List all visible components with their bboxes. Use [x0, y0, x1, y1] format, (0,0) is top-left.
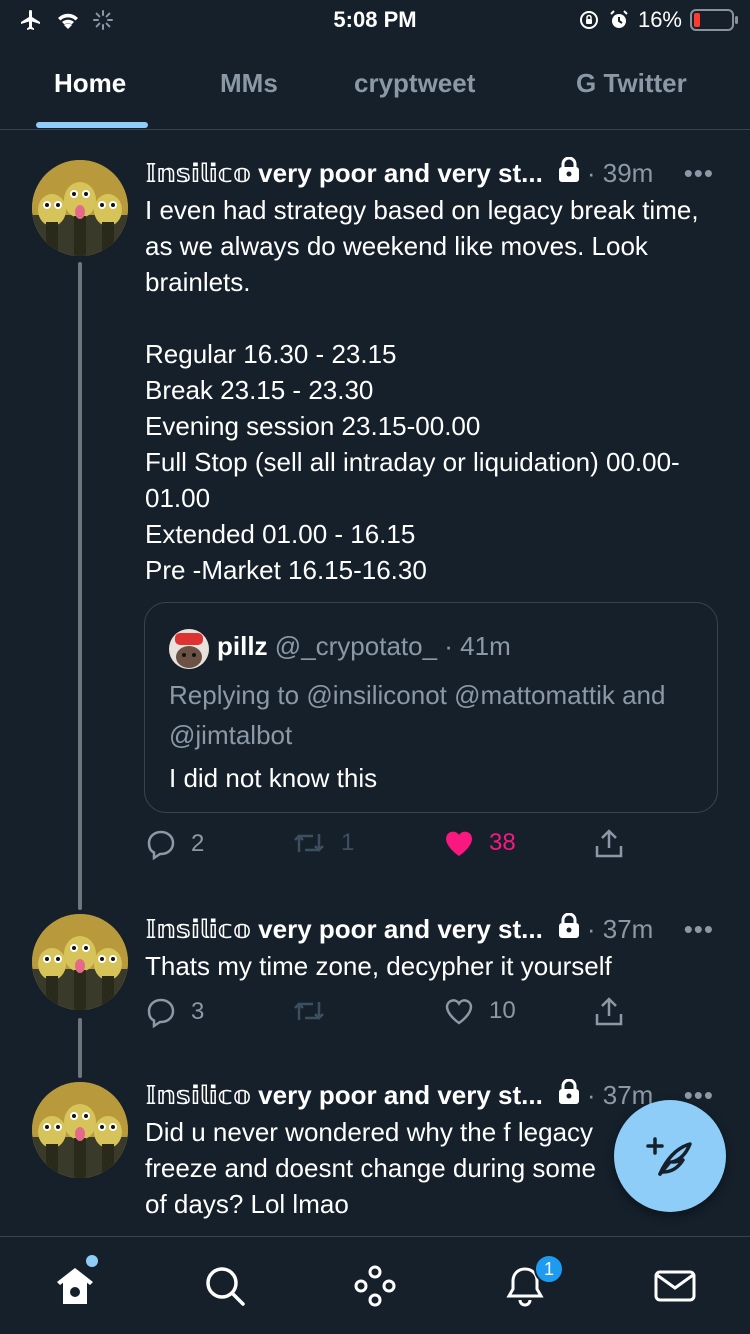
- tweet-header: 𝕀𝕟𝕤𝕚𝕝𝕚𝕔𝕠 very poor and very st... · 39m …: [145, 156, 714, 190]
- author-name[interactable]: 𝕀𝕟𝕤𝕚𝕝𝕚𝕔𝕠 very poor and very st...: [145, 158, 543, 189]
- replying-to-label: Replying to: [169, 680, 307, 710]
- active-tab-indicator: [36, 122, 148, 128]
- heart-filled-icon: [446, 831, 472, 856]
- like-button[interactable]: 10: [443, 996, 516, 1026]
- retweet-count: 1: [341, 829, 355, 856]
- thread-connector: [78, 864, 82, 880]
- share-button[interactable]: [593, 996, 625, 1028]
- nav-search[interactable]: [200, 1261, 250, 1311]
- dragon-avatar-icon: [32, 160, 128, 256]
- retweet-button[interactable]: 1: [291, 828, 354, 858]
- quoted-time: · 41m: [444, 631, 511, 661]
- tweet-actions: 2 1 38: [145, 828, 645, 868]
- retweet-icon: [294, 834, 324, 852]
- search-icon: [206, 1267, 245, 1306]
- tweet-header: 𝕀𝕟𝕤𝕚𝕝𝕚𝕔𝕠 very poor and very st... · 37m …: [145, 912, 714, 946]
- bottom-navigation: 1: [0, 1236, 750, 1334]
- home-unread-dot: [86, 1255, 98, 1267]
- status-bar: 5:08 PM 16%: [0, 0, 750, 40]
- notifications-badge: 1: [534, 1254, 564, 1284]
- messages-envelope-icon: [654, 1270, 696, 1302]
- tweet-time: · 39m: [586, 157, 654, 188]
- quoted-tweet[interactable]: pillz @_crypotato_ · 41m Replying to @in…: [144, 602, 718, 813]
- lock-icon: [557, 912, 581, 946]
- more-options-icon[interactable]: •••: [684, 158, 714, 189]
- nav-messages[interactable]: [650, 1261, 700, 1311]
- tweet-time: · 37m: [586, 913, 654, 944]
- tab-cryptweet[interactable]: cryptweet: [354, 68, 475, 99]
- thread-connector: [78, 1018, 82, 1078]
- tab-g-twitter[interactable]: G Twitter: [576, 68, 687, 99]
- battery-percent: 16%: [637, 7, 682, 32]
- tweet-text: I even had strategy based on legacy brea…: [145, 195, 699, 585]
- reply-icon: [147, 998, 175, 1028]
- spaces-icon: [354, 1265, 396, 1307]
- share-button[interactable]: [593, 828, 625, 860]
- tweet-actions: 3 10: [145, 996, 645, 1036]
- nav-spaces[interactable]: [350, 1261, 400, 1311]
- thread-connector: [78, 262, 82, 910]
- reply-count: 2: [191, 830, 205, 857]
- replying-to: Replying to @insiliconot @mattomattik an…: [169, 675, 689, 755]
- lock-icon: [557, 1078, 581, 1112]
- avatar[interactable]: [32, 1082, 128, 1178]
- quoted-header: pillz @_crypotato_ · 41m: [217, 631, 511, 662]
- dragon-avatar-icon: [32, 914, 128, 1010]
- battery-icon: [690, 9, 738, 31]
- feather-plus-icon: [646, 1137, 692, 1176]
- retweet-button[interactable]: [291, 996, 327, 1026]
- author-name[interactable]: 𝕀𝕟𝕤𝕚𝕝𝕚𝕔𝕠 very poor and very st...: [145, 914, 543, 945]
- status-right: 16%: [578, 7, 738, 33]
- orientation-lock-icon: [579, 11, 598, 29]
- battery-level: [694, 13, 700, 27]
- quoted-author-name[interactable]: pillz: [217, 631, 268, 661]
- lock-icon: [557, 156, 581, 190]
- heart-outline-icon: [445, 999, 473, 1025]
- compose-tweet-button[interactable]: [614, 1100, 726, 1212]
- reply-button[interactable]: 3: [145, 996, 204, 1028]
- tweet-text: Thats my time zone, decypher it yourself: [145, 951, 612, 981]
- dragon-avatar-icon: [32, 1082, 128, 1178]
- reply-button[interactable]: 2: [145, 828, 204, 860]
- reply-count: 3: [191, 998, 205, 1025]
- retweet-icon: [294, 1002, 324, 1020]
- tweet-header: 𝕀𝕟𝕤𝕚𝕝𝕚𝕔𝕠 very poor and very st... · 37m …: [145, 1078, 714, 1112]
- share-icon: [595, 829, 623, 858]
- tab-home[interactable]: Home: [54, 68, 126, 99]
- share-icon: [595, 997, 623, 1026]
- quoted-handle[interactable]: @_crypotato_: [275, 631, 437, 661]
- avatar[interactable]: [169, 629, 209, 669]
- tab-mms[interactable]: MMs: [220, 68, 278, 99]
- quoted-text: I did not know this: [169, 763, 378, 793]
- like-count: 10: [489, 997, 516, 1024]
- nav-home[interactable]: [50, 1261, 100, 1311]
- author-name[interactable]: 𝕀𝕟𝕤𝕚𝕝𝕚𝕔𝕠 very poor and very st...: [145, 1080, 543, 1111]
- like-button[interactable]: 38: [443, 828, 516, 858]
- home-icon: [57, 1268, 93, 1304]
- timeline-tabs: Home MMs cryptweet G Twitter: [0, 50, 750, 130]
- cat-avatar-icon: [169, 629, 209, 669]
- avatar[interactable]: [32, 914, 128, 1010]
- alarm-icon: [610, 10, 628, 28]
- reply-icon: [147, 830, 175, 860]
- like-count: 38: [489, 829, 516, 856]
- avatar[interactable]: [32, 160, 128, 256]
- more-options-icon[interactable]: •••: [684, 914, 714, 945]
